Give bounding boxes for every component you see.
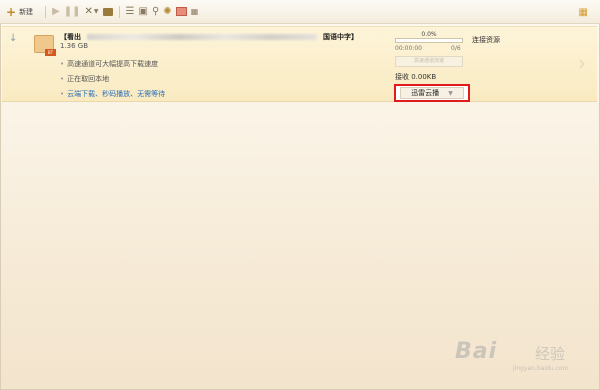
cloud-play-inner[interactable]: 迅雷云播 ▼ <box>400 87 464 99</box>
chevron-down-icon[interactable]: ▼ <box>94 4 99 20</box>
chevron-down-icon[interactable]: ▼ <box>448 90 453 97</box>
task-title-suffix: 国语中字】 <box>323 33 358 41</box>
download-task-row[interactable]: ↓ BT 【看出 国语中字】 1.36 GB • 高速通道可大幅提高下载速度 • 正在… <box>2 26 597 102</box>
grid-icon[interactable]: ▦ <box>579 4 588 20</box>
folder-icon[interactable] <box>102 7 113 16</box>
cloud-play-link[interactable]: • 云端下载、秒码播放、无需等待 <box>60 87 165 102</box>
download-speed: 接收 0.00KB <box>395 73 437 81</box>
task-title: 【看出 国语中字】 <box>60 32 360 41</box>
progress-percent: 0.0% <box>421 31 437 38</box>
progress-time: 00:00:00 <box>395 45 422 52</box>
torrent-file-icon: BT <box>34 35 56 56</box>
task-hints: • 高速通道可大幅提高下载速度 • 正在取回本地 • 云端下载、秒码播放、无需等待 <box>60 57 165 102</box>
cloud-play-button[interactable]: 迅雷云播 ▼ <box>394 84 470 102</box>
properties-icon[interactable]: ▣ <box>139 4 148 20</box>
download-arrow-icon: ↓ <box>9 33 18 44</box>
gift-icon[interactable] <box>175 7 187 16</box>
watermark-url: jingyan.baidu.com <box>513 365 569 372</box>
chevron-right-icon[interactable]: › <box>578 51 586 75</box>
list-icon[interactable]: ☰ <box>126 4 135 20</box>
new-task-label: 新建 <box>19 7 34 16</box>
task-size: 1.36 GB <box>60 42 89 50</box>
accelerate-button[interactable]: 高速通道加速 <box>395 56 463 67</box>
watermark-brand: Bai <box>455 339 498 364</box>
hint-item: • 正在取回本地 <box>60 75 110 83</box>
toolbar-divider <box>118 5 120 18</box>
progress-bar <box>395 38 463 43</box>
baidu-watermark: Bai 经验 jingyan.baidu.com <box>455 333 575 373</box>
pause-icon[interactable]: ❚❚ <box>64 4 81 20</box>
task-status: 连接资源 <box>472 36 500 44</box>
skin-icon[interactable]: ▦ <box>191 4 199 20</box>
hint-item: • 高速通道可大幅提高下载速度 <box>60 60 159 68</box>
delete-icon[interactable]: ✕ <box>85 4 93 20</box>
gear-icon[interactable]: ✺ <box>163 4 171 20</box>
task-title-prefix: 【看出 <box>60 33 81 41</box>
new-task-button[interactable]: + 新建 <box>6 4 33 20</box>
progress-count: 0/6 <box>451 45 461 52</box>
cloud-play-label: 迅雷云播 <box>411 89 440 97</box>
bt-badge: BT <box>45 49 56 56</box>
toolbar-divider <box>45 5 47 18</box>
watermark-brand2: 经验 <box>535 345 566 363</box>
blurred-title <box>87 34 317 40</box>
plus-icon: + <box>6 4 17 19</box>
search-icon[interactable]: ⚲ <box>152 4 159 20</box>
play-icon[interactable]: ▶ <box>52 4 60 20</box>
toolbar: + 新建 ▶ ❚❚ ✕ ▼ ☰ ▣ ⚲ ✺ ▦ ▦ <box>0 0 600 24</box>
